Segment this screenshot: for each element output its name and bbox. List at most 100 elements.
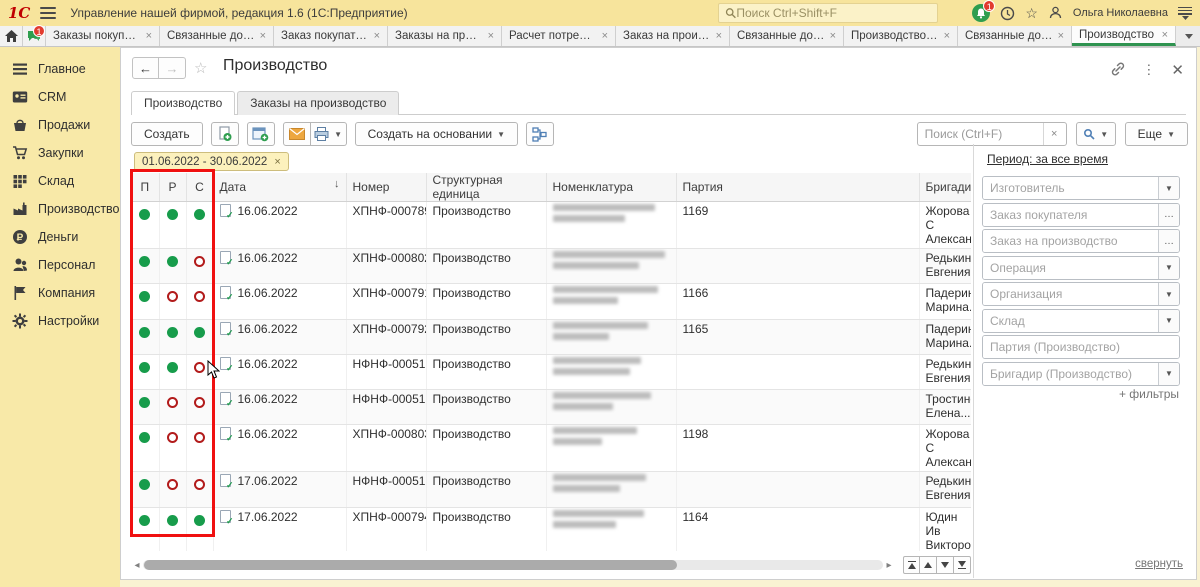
clear-search-icon[interactable]: × [1043, 123, 1065, 145]
window-tab-3[interactable]: Заказ покупате...× [274, 26, 388, 46]
main-menu-button[interactable] [40, 7, 56, 19]
list-search-input[interactable] [925, 127, 1043, 141]
more-filters-link[interactable]: + фильтры [1119, 387, 1179, 401]
sidebar-item-2[interactable]: CRM [0, 83, 120, 111]
service-menu-button[interactable] [1178, 7, 1192, 20]
close-tab-icon[interactable]: × [1162, 29, 1168, 41]
filter-input[interactable] [983, 204, 1158, 226]
tab-list-dropdown-button[interactable] [1178, 26, 1200, 46]
sidebar-item-5[interactable]: Склад [0, 167, 120, 195]
sidebar-item-9[interactable]: Компания [0, 279, 120, 307]
search-settings-button[interactable]: ▼ [1076, 122, 1116, 146]
sidebar-item-10[interactable]: Настройки [0, 307, 120, 335]
table-row[interactable]: 16.06.2022НФНФ-000513ПроизводствоРедькин… [131, 354, 971, 389]
filter-input[interactable] [983, 230, 1158, 252]
view-tab-2[interactable]: Заказы на производство [237, 91, 399, 115]
window-tab-9[interactable]: Связанные док...× [958, 26, 1072, 46]
copy-document-button[interactable] [211, 122, 239, 146]
history-icon[interactable] [1000, 6, 1015, 21]
print-button[interactable]: ▼ [311, 122, 347, 146]
scroll-right-icon[interactable]: ▸ [883, 560, 895, 571]
window-tab-2[interactable]: Связанные док...× [160, 26, 274, 46]
table-row[interactable]: 16.06.2022ХПНФ-000802ПроизводствоРедькин… [131, 249, 971, 284]
table-row[interactable]: 17.06.2022ХПНФ-000794Производство1164Юди… [131, 507, 971, 551]
chevron-down-icon[interactable]: ▼ [1158, 283, 1179, 305]
close-tab-icon[interactable]: × [716, 30, 722, 42]
chevron-down-icon[interactable]: ▼ [1158, 310, 1179, 332]
create-based-on-button[interactable]: Создать на основании▼ [355, 122, 518, 146]
close-tab-icon[interactable]: × [944, 30, 950, 42]
chevron-down-icon[interactable]: ▼ [1158, 257, 1179, 279]
sidebar-item-4[interactable]: Закупки [0, 139, 120, 167]
column-header[interactable]: Партия [676, 173, 919, 202]
window-tab-8[interactable]: Производство 8...× [844, 26, 958, 46]
close-tab-icon[interactable]: × [488, 30, 494, 42]
sidebar-item-8[interactable]: Персонал [0, 251, 120, 279]
back-button[interactable]: ← [132, 57, 159, 79]
favorites-star-icon[interactable]: ☆ [1025, 6, 1038, 20]
filter-field-8[interactable]: ▼ [982, 362, 1180, 386]
sidebar-item-1[interactable]: Главное [0, 55, 120, 83]
window-tab-6[interactable]: Заказ на произ...× [616, 26, 730, 46]
discussions-tab[interactable]: 1 [23, 26, 46, 46]
filter-field-1[interactable]: ▼ [982, 176, 1180, 200]
table-row[interactable]: 16.06.2022ХПНФ-000789Производство1169Жор… [131, 202, 971, 249]
column-header[interactable]: Номер [346, 173, 426, 202]
column-header[interactable]: П [131, 173, 159, 202]
table-row[interactable]: 16.06.2022ХПНФ-000791Производство1166Пад… [131, 284, 971, 319]
window-tab-1[interactable]: Заказы покупат...× [46, 26, 160, 46]
close-tab-icon[interactable]: × [374, 30, 380, 42]
more-button[interactable]: Еще▼ [1125, 122, 1188, 146]
close-tab-icon[interactable]: × [1058, 30, 1064, 42]
collapse-panel-link[interactable]: свернуть [1135, 558, 1183, 570]
create-button[interactable]: Создать [131, 122, 203, 146]
column-header[interactable]: С [186, 173, 213, 202]
sidebar-item-6[interactable]: Производство [0, 195, 120, 223]
get-link-button[interactable] [1110, 62, 1126, 79]
filter-input[interactable] [983, 177, 1158, 199]
user-name[interactable]: Ольга Николаевна [1073, 7, 1168, 19]
list-search-box[interactable]: × [917, 122, 1067, 146]
horizontal-scrollbar[interactable]: ◂ ▸ [131, 555, 971, 575]
close-tab-icon[interactable]: × [146, 30, 152, 42]
column-header[interactable]: Дата↓ [213, 173, 346, 202]
table-row[interactable]: 16.06.2022ХПНФ-000792Производство1165Пад… [131, 319, 971, 354]
filter-input[interactable] [983, 257, 1158, 279]
table-row[interactable]: 16.06.2022НФНФ-000515ПроизводствоТростин… [131, 390, 971, 425]
global-search-input[interactable] [736, 6, 931, 20]
go-next-row-button[interactable] [937, 556, 954, 574]
column-header[interactable]: Структурная единица [426, 173, 546, 202]
add-favorite-star-icon[interactable]: ☆ [194, 59, 207, 77]
go-previous-row-button[interactable] [920, 556, 937, 574]
send-email-button[interactable] [283, 122, 311, 146]
filter-field-4[interactable]: ▼ [982, 256, 1180, 280]
sidebar-item-3[interactable]: Продажи [0, 111, 120, 139]
filter-input[interactable] [983, 363, 1158, 385]
period-filter-chip[interactable]: 01.06.2022 - 30.06.2022 × [134, 152, 289, 171]
chevron-down-icon[interactable]: ▼ [1158, 363, 1179, 385]
close-window-button[interactable]: ✕ [1171, 61, 1184, 79]
filter-field-6[interactable]: ▼ [982, 309, 1180, 333]
filter-field-2[interactable]: … [982, 203, 1180, 227]
close-tab-icon[interactable]: × [260, 30, 266, 42]
window-tab-5[interactable]: Расчет потребн...× [502, 26, 616, 46]
chevron-down-icon[interactable]: ▼ [1158, 177, 1179, 199]
go-last-row-button[interactable] [954, 556, 971, 574]
report-structure-button[interactable] [526, 122, 554, 146]
choose-value-icon[interactable]: … [1158, 230, 1179, 252]
view-tab-1[interactable]: Производство [131, 91, 235, 115]
sidebar-item-7[interactable]: PДеньги [0, 223, 120, 251]
forward-button[interactable]: → [159, 57, 186, 79]
home-tab[interactable] [0, 26, 23, 46]
filter-field-7[interactable] [982, 335, 1180, 359]
close-tab-icon[interactable]: × [602, 30, 608, 42]
filter-input[interactable] [983, 283, 1158, 305]
window-tab-4[interactable]: Заказы на прои...× [388, 26, 502, 46]
close-tab-icon[interactable]: × [830, 30, 836, 42]
period-link[interactable]: Период: за все время [987, 152, 1108, 166]
create-by-schedule-button[interactable] [247, 122, 275, 146]
discussions-icon[interactable] [1048, 6, 1063, 20]
column-header[interactable]: Р [159, 173, 186, 202]
scrollbar-thumb[interactable] [144, 560, 677, 570]
filter-input[interactable] [983, 336, 1179, 358]
